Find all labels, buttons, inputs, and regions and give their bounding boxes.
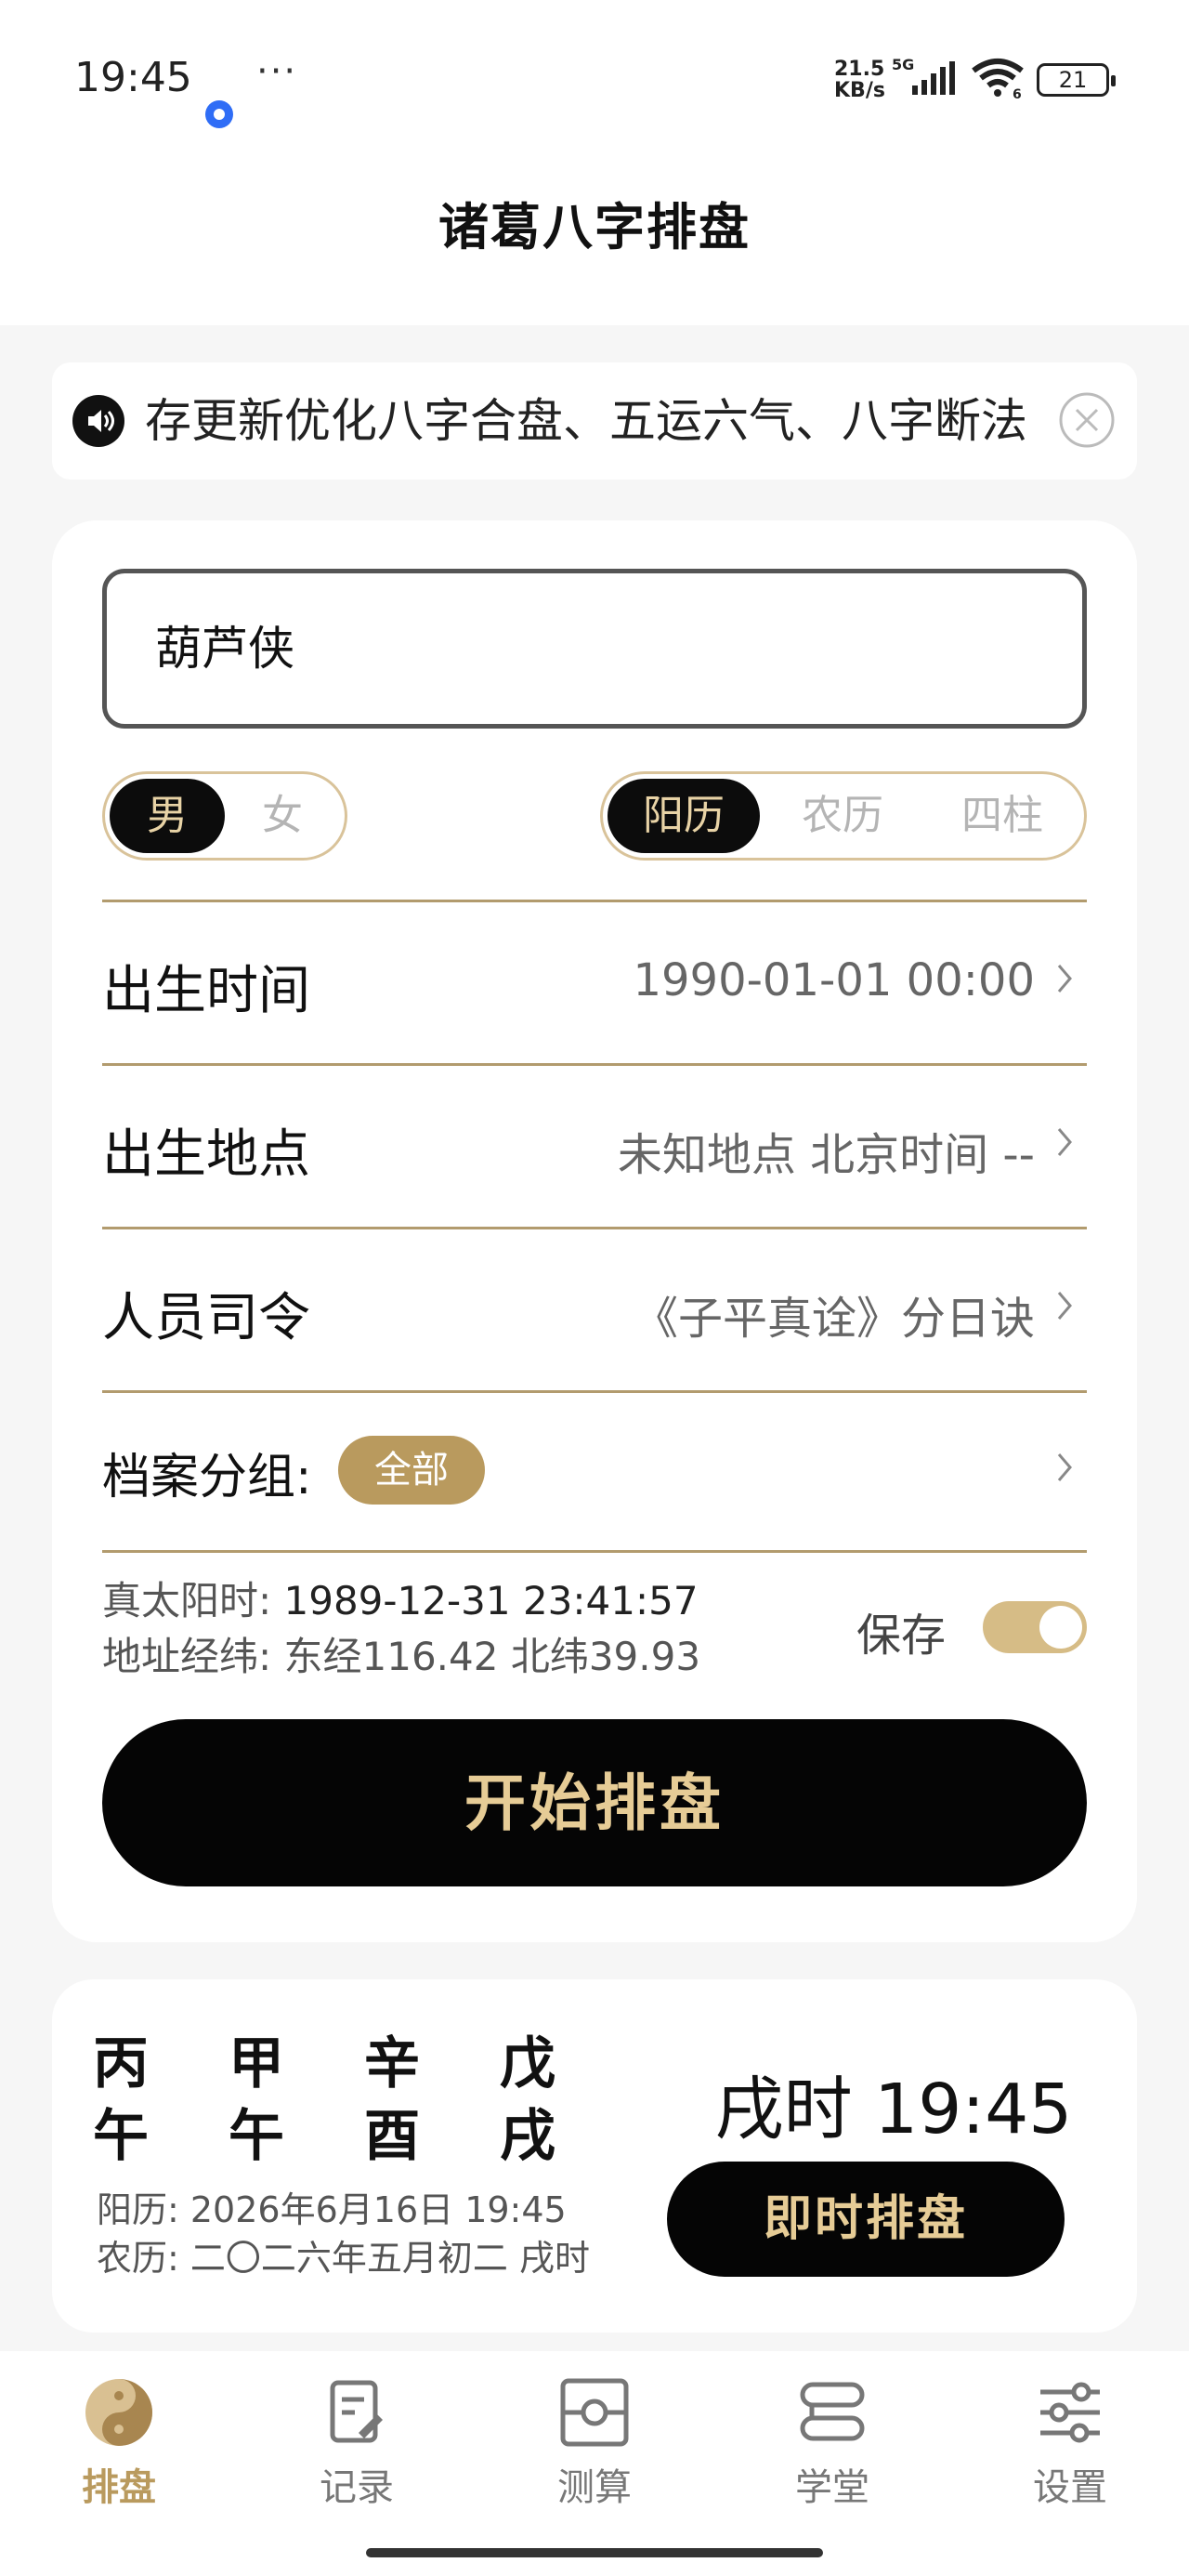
pillar-branch: 午 bbox=[93, 2104, 149, 2169]
nav-item-calculate[interactable]: 测算 bbox=[520, 2375, 669, 2511]
chart-form-card: 葫芦侠 男 女 阳历 农历 四柱 出生时间 1990-01-01 00:00 出… bbox=[52, 520, 1137, 1942]
chevron-right-icon bbox=[1057, 1292, 1072, 1320]
gender-female[interactable]: 女 bbox=[225, 779, 340, 853]
nav-label: 测算 bbox=[557, 2466, 632, 2509]
current-time: 戌时 19:45 bbox=[714, 2070, 1073, 2149]
net-speed-unit: KB/s bbox=[834, 79, 885, 102]
close-icon[interactable] bbox=[1057, 390, 1117, 450]
birth-time-row[interactable]: 出生时间 1990-01-01 00:00 bbox=[102, 900, 1087, 1063]
calendar-four-pillars[interactable]: 四柱 bbox=[926, 779, 1078, 853]
pillar-stem: 丙 bbox=[93, 2031, 149, 2096]
pillar-year: 丙 午 bbox=[93, 2028, 149, 2173]
battery-icon: 21 bbox=[1037, 63, 1116, 97]
birth-place-label: 出生地点 bbox=[102, 1124, 310, 1185]
instant-chart-button[interactable]: 即时排盘 bbox=[667, 2162, 1065, 2277]
net-speed-value: 21.5 bbox=[834, 58, 885, 81]
nav-label: 设置 bbox=[1033, 2466, 1107, 2509]
nav-item-school[interactable]: 学堂 bbox=[758, 2375, 907, 2511]
page-title: 诸葛八字排盘 bbox=[438, 198, 751, 256]
birth-place-row[interactable]: 出生地点 未知地点 北京时间 -- bbox=[102, 1063, 1087, 1227]
wifi-badge: 6 bbox=[1013, 87, 1022, 99]
notice-marquee[interactable]: 存更新优化八字合盘、五运六气、八字断法 bbox=[52, 362, 1137, 480]
gender-male[interactable]: 男 bbox=[110, 779, 225, 853]
top-bar: 19:45 ··· 21.5 5G KB/s 6 21 诸葛八字排盘 bbox=[0, 0, 1189, 325]
edit-note-icon bbox=[330, 2380, 383, 2443]
status-time: 19:45 bbox=[74, 54, 192, 101]
wifi-icon: 6 bbox=[972, 59, 1024, 99]
group-badge[interactable]: 全部 bbox=[338, 1436, 485, 1505]
sliders-icon bbox=[1040, 2382, 1100, 2443]
solar-time-info: 真太阳时: 1989-12-31 23:41:57 地址经纬: 东经116.42… bbox=[102, 1573, 700, 1685]
solar-time-label: 真太阳时: bbox=[102, 1578, 272, 1623]
pillar-branch: 戌 bbox=[500, 2104, 555, 2169]
bottom-nav: 排盘 记录 测算 学堂 设置 bbox=[0, 2351, 1189, 2576]
coords-value: 东经116.42 北纬39.93 bbox=[283, 1634, 701, 1679]
speaker-icon bbox=[72, 395, 124, 447]
ruling-label: 人员司令 bbox=[102, 1288, 310, 1348]
chevron-right-icon bbox=[1057, 1128, 1072, 1156]
network-speed: 21.5 5G KB/s bbox=[834, 56, 914, 102]
solar-time-value: 1989-12-31 23:41:57 bbox=[283, 1578, 699, 1623]
pillar-branch: 酉 bbox=[364, 2104, 420, 2169]
more-notifications-icon: ··· bbox=[256, 50, 298, 93]
name-input[interactable]: 葫芦侠 bbox=[102, 569, 1087, 729]
divider bbox=[102, 1550, 1087, 1553]
pillar-month: 甲 午 bbox=[229, 2028, 284, 2173]
pillar-day: 辛 酉 bbox=[364, 2028, 420, 2173]
birth-time-value: 1990-01-01 00:00 bbox=[633, 954, 1035, 1006]
home-indicator[interactable] bbox=[366, 2548, 823, 2557]
pillar-branch: 午 bbox=[229, 2104, 284, 2169]
nav-item-records[interactable]: 记录 bbox=[282, 2375, 431, 2511]
yin-yang-icon bbox=[85, 2379, 152, 2446]
nav-item-paipan[interactable]: 排盘 bbox=[45, 2375, 193, 2511]
save-label: 保存 bbox=[856, 1610, 947, 1662]
pillar-stem: 戊 bbox=[500, 2031, 555, 2096]
chevron-right-icon bbox=[1057, 965, 1072, 992]
nav-label: 记录 bbox=[320, 2466, 394, 2509]
coords-label: 地址经纬: bbox=[102, 1634, 272, 1679]
compass-icon bbox=[560, 2378, 629, 2447]
current-dates: 阳历: 2026年6月16日 19:45 农历: 二〇二六年五月初二 戌时 bbox=[97, 2186, 590, 2282]
birth-place-value: 未知地点 北京时间 -- bbox=[617, 1129, 1035, 1181]
nav-label: 学堂 bbox=[795, 2466, 869, 2509]
pillar-stem: 辛 bbox=[364, 2031, 420, 2096]
cellular-signal-icon bbox=[912, 61, 955, 95]
group-label: 档案分组: bbox=[102, 1450, 312, 1505]
lunar-date: 农历: 二〇二六年五月初二 戌时 bbox=[97, 2238, 590, 2279]
notice-text: 存更新优化八字合盘、五运六气、八字断法 bbox=[145, 394, 1027, 448]
instant-chart-card: 丙 午 甲 午 辛 酉 戊 戌 阳历: 2026年6月16日 19:45 农历:… bbox=[52, 1979, 1137, 2333]
group-row[interactable]: 档案分组: 全部 bbox=[102, 1390, 1087, 1544]
start-chart-button[interactable]: 开始排盘 bbox=[102, 1719, 1087, 1886]
birth-time-label: 出生时间 bbox=[102, 961, 310, 1021]
pillar-hour: 戊 戌 bbox=[500, 2028, 555, 2173]
status-bar: 19:45 ··· 21.5 5G KB/s 6 21 bbox=[0, 37, 1189, 128]
nav-label: 排盘 bbox=[82, 2466, 156, 2509]
ruling-row[interactable]: 人员司令 《子平真诠》分日诀 bbox=[102, 1227, 1087, 1390]
calendar-lunar[interactable]: 农历 bbox=[766, 779, 919, 853]
app-notification-icon bbox=[205, 100, 233, 128]
scroll-icon bbox=[800, 2382, 865, 2441]
ruling-value: 《子平真诠》分日诀 bbox=[633, 1293, 1035, 1345]
toggle-knob bbox=[1039, 1606, 1082, 1649]
save-toggle[interactable] bbox=[983, 1601, 1087, 1653]
solar-date: 阳历: 2026年6月16日 19:45 bbox=[97, 2189, 567, 2230]
calendar-selector: 阳历 农历 四柱 bbox=[600, 771, 1087, 861]
calendar-solar[interactable]: 阳历 bbox=[608, 779, 760, 853]
nav-item-settings[interactable]: 设置 bbox=[996, 2375, 1144, 2511]
pillar-stem: 甲 bbox=[229, 2031, 284, 2096]
chevron-right-icon bbox=[1057, 1453, 1072, 1481]
gender-selector: 男 女 bbox=[102, 771, 347, 861]
